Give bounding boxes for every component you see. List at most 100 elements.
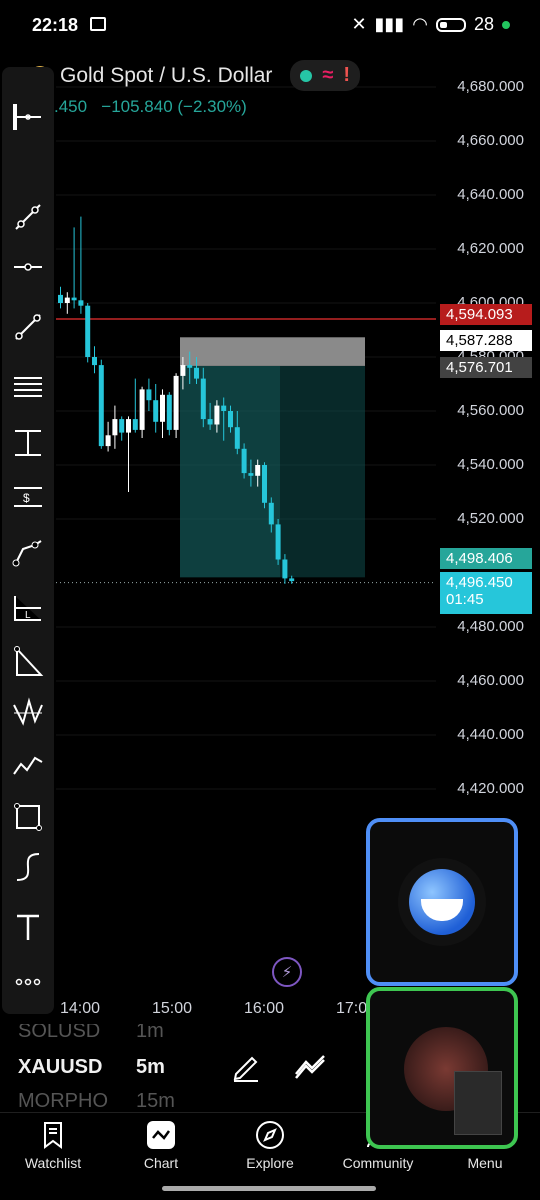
price-tag: 4,587.288	[440, 330, 532, 351]
candle-body	[105, 435, 111, 447]
price-tag: 4,496.450 01:45	[440, 572, 532, 614]
price-range-icon[interactable]: $	[8, 477, 48, 517]
symbol-header[interactable]: Gold Spot / U.S. Dollar ≈ !	[30, 60, 361, 91]
position-stop-zone[interactable]	[180, 337, 365, 366]
wave-icon[interactable]	[8, 747, 48, 787]
candle-body	[207, 419, 213, 425]
candle-body	[187, 365, 193, 368]
nav-watchlist[interactable]: Watchlist	[8, 1115, 98, 1171]
time-axis-label: 16:00	[244, 1000, 285, 1017]
svg-text:L: L	[25, 610, 31, 621]
next-timeframe[interactable]: 15m	[136, 1090, 175, 1112]
price-axis-label: 4,680.000	[457, 78, 524, 95]
candle-body	[98, 365, 104, 447]
candle-body	[146, 389, 152, 401]
price-axis-label: 4,560.000	[457, 402, 524, 419]
candle-body	[58, 294, 63, 303]
svg-text:$: $	[23, 491, 30, 505]
video-call-tile-2[interactable]	[366, 987, 518, 1149]
nav-watchlist-label: Watchlist	[24, 1155, 82, 1171]
warning-icon[interactable]: !	[343, 64, 350, 87]
ray-icon[interactable]	[8, 307, 48, 347]
price-change-line: .450 −105.840 (−2.30%)	[54, 97, 247, 117]
price-axis-label: 4,540.000	[457, 456, 524, 473]
cursor-icon[interactable]	[8, 97, 48, 137]
candle-body	[214, 405, 220, 425]
chart-icon	[116, 1115, 206, 1155]
wifi-icon: ◠	[412, 14, 428, 34]
nav-community-label: Community	[342, 1155, 414, 1171]
horizontal-line-icon[interactable]	[8, 247, 48, 287]
price-fragment: .450	[54, 97, 88, 116]
battery-level: 28	[473, 14, 494, 34]
candle-body	[268, 502, 274, 525]
parallel-lines-icon[interactable]	[8, 367, 48, 407]
nav-explore-label: Explore	[246, 1155, 294, 1171]
video-call-tile-1[interactable]	[366, 818, 518, 986]
candle-body	[248, 473, 254, 476]
path-icon[interactable]	[8, 532, 48, 572]
candle-body	[255, 465, 261, 476]
prev-timeframe[interactable]: 1m	[136, 1024, 164, 1043]
curve-icon[interactable]	[8, 847, 48, 887]
price-tag: 4,498.406	[440, 548, 532, 569]
candle-body	[153, 400, 159, 422]
price-axis-label: 4,660.000	[457, 132, 524, 149]
nav-chart-label: Chart	[143, 1155, 179, 1171]
candle-body	[112, 419, 118, 436]
price-axis-label: 4,520.000	[457, 510, 524, 527]
price-tag: 4,576.701	[440, 357, 532, 378]
pattern-icon[interactable]	[8, 692, 48, 732]
candle-body	[64, 297, 70, 303]
candle-body	[194, 367, 199, 379]
candle-body	[180, 365, 186, 376]
privacy-dot	[502, 20, 510, 29]
signal-icon: ▮▮▮	[374, 14, 405, 34]
time-axis-label: 14:00	[60, 1000, 101, 1017]
prev-symbol[interactable]: SOLUSD	[18, 1024, 100, 1043]
text-icon[interactable]	[8, 907, 48, 947]
mute-icon: ✕	[351, 14, 367, 34]
price-change: −105.840 (−2.30%)	[101, 97, 247, 116]
lightning-icon[interactable]: ⚡	[272, 957, 302, 987]
candle-body	[71, 297, 77, 301]
fixed-range-icon[interactable]	[8, 422, 48, 462]
rectangle-icon[interactable]	[8, 797, 48, 837]
symbol-title[interactable]: Gold Spot / U.S. Dollar	[60, 64, 272, 88]
more-icon[interactable]	[8, 962, 48, 1002]
price-axis-label: 4,420.000	[457, 780, 524, 797]
candle-body	[126, 419, 131, 433]
candle-body	[234, 427, 240, 449]
indicators-icon[interactable]	[292, 1050, 328, 1087]
status-bar: 22:18 ✕ ▮▮▮ ◠ 28	[0, 0, 540, 54]
bar-countdown: 01:45	[446, 591, 484, 608]
candle-body	[241, 448, 247, 474]
candle-body	[119, 419, 125, 433]
candle-body	[200, 378, 206, 420]
current-timeframe[interactable]: 5m	[136, 1056, 165, 1079]
long-position-icon[interactable]: L	[8, 587, 48, 627]
market-open-icon[interactable]	[300, 69, 313, 82]
next-symbol[interactable]: MORPHO	[18, 1090, 108, 1112]
candle-body	[275, 524, 281, 560]
triangle-icon[interactable]	[8, 642, 48, 682]
trend-line-icon[interactable]	[8, 197, 48, 237]
pencil-icon[interactable]	[230, 1050, 262, 1087]
price-axis-label: 4,620.000	[457, 240, 524, 257]
self-camera-preview	[454, 1071, 502, 1135]
candle-body	[221, 405, 227, 411]
current-symbol[interactable]: XAUUSD	[18, 1056, 102, 1079]
candle-body	[289, 578, 295, 582]
status-badges[interactable]: ≈ !	[290, 60, 361, 91]
candle-body	[282, 559, 288, 579]
nav-explore[interactable]: Explore	[225, 1115, 315, 1171]
nav-chart[interactable]: Chart	[116, 1115, 206, 1171]
price-axis-label: 4,640.000	[457, 186, 524, 203]
time-axis-label: 17:0	[336, 1000, 368, 1017]
candle-body	[78, 300, 84, 306]
price-tag: 4,594.093	[440, 304, 532, 325]
nav-menu-label: Menu	[467, 1155, 503, 1171]
watchlist-icon	[8, 1115, 98, 1155]
data-delay-icon[interactable]: ≈	[322, 64, 333, 87]
gesture-bar[interactable]	[162, 1186, 376, 1191]
